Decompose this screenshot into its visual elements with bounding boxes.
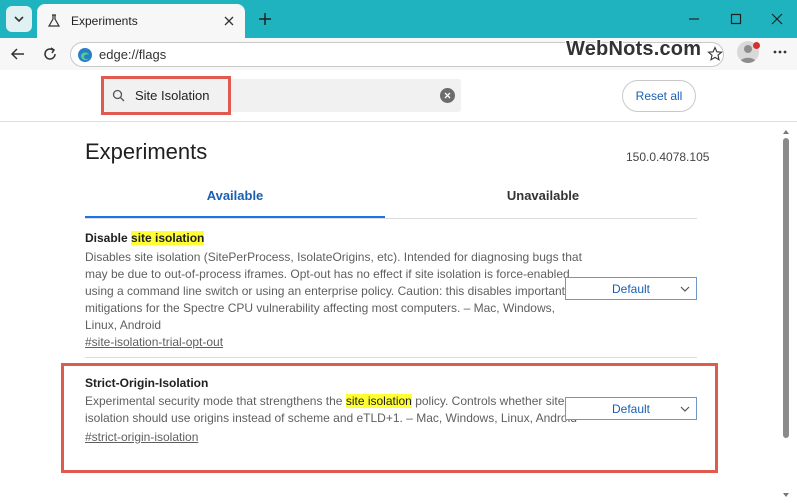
flag-description-text: Experimental security mode that strength… <box>85 394 346 408</box>
edge-logo-icon <box>78 47 92 62</box>
chevron-down-icon <box>680 406 690 412</box>
flag-description-line: mitigations for the Spectre CPU vulnerab… <box>85 301 555 315</box>
refresh-button[interactable] <box>38 43 62 65</box>
back-button[interactable] <box>6 43 30 65</box>
search-callout-box <box>101 76 231 115</box>
more-options-button[interactable] <box>770 42 790 62</box>
flask-icon <box>47 14 61 27</box>
search-match-highlight: site isolation <box>345 394 412 408</box>
flags-page: Site Isolation Reset all Experiments 150… <box>0 70 797 503</box>
star-icon[interactable] <box>707 46 723 62</box>
tab-experiments[interactable]: Experiments <box>37 4 245 38</box>
tab-divider <box>85 218 697 219</box>
flag-state-select[interactable]: Default <box>565 397 697 420</box>
flag-description-line: Experimental security mode that strength… <box>85 393 577 410</box>
search-match-highlight: site isolation <box>131 231 205 245</box>
flag-title: Strict-Origin-Isolation <box>85 376 209 390</box>
minimize-icon <box>689 18 699 20</box>
flag-description-line: isolation should use origins instead of … <box>85 411 577 425</box>
flag-anchor-link[interactable]: #site-isolation-trial-opt-out <box>85 335 223 349</box>
flag-description-text: policy. Controls whether site <box>411 394 565 408</box>
minimize-button[interactable] <box>683 8 705 30</box>
version-number: 150.0.4078.105 <box>626 150 710 164</box>
plus-icon <box>259 13 271 25</box>
close-tab-button[interactable] <box>221 13 237 29</box>
flag-description-line: Disables site isolation (SitePerProcess,… <box>85 250 582 264</box>
select-value: Default <box>611 401 651 416</box>
tab-available[interactable]: Available <box>85 188 385 218</box>
scroll-up-arrow-icon[interactable] <box>782 128 790 136</box>
tab-unavailable[interactable]: Unavailable <box>393 188 693 218</box>
new-tab-button[interactable] <box>254 8 276 30</box>
clear-search-button[interactable] <box>440 88 455 103</box>
select-value: Default <box>611 281 651 296</box>
flag-title-prefix: Disable <box>85 231 132 245</box>
close-icon <box>224 16 234 26</box>
flag-description-line: may be due to out-of-process iframes. Op… <box>85 267 570 281</box>
scroll-down-arrow-icon[interactable] <box>782 491 790 499</box>
flags-header: Site Isolation Reset all <box>0 70 797 122</box>
close-icon <box>444 92 451 99</box>
chevron-down-icon <box>14 16 24 23</box>
flag-anchor-link[interactable]: #strict-origin-isolation <box>85 430 198 444</box>
reset-all-button[interactable]: Reset all <box>622 80 696 112</box>
close-window-button[interactable] <box>766 8 788 30</box>
maximize-icon <box>730 13 742 25</box>
page-title: Experiments <box>85 139 208 164</box>
tab-actions-button[interactable] <box>6 6 32 32</box>
flag-divider <box>85 357 697 358</box>
more-horizontal-icon <box>773 50 787 54</box>
scrollbar-thumb[interactable] <box>783 138 789 438</box>
maximize-button[interactable] <box>725 8 747 30</box>
flag-description: Disables site isolation (SitePerProcess,… <box>85 249 582 334</box>
chevron-down-icon <box>680 286 690 292</box>
arrow-left-icon <box>10 48 24 60</box>
notification-dot <box>753 42 760 49</box>
flag-state-select[interactable]: Default <box>565 277 697 300</box>
watermark-logo: WebNots.com <box>566 38 702 60</box>
title-bar: Experiments <box>0 0 797 38</box>
flag-description: Experimental security mode that strength… <box>85 393 577 427</box>
url-text: edge://flags <box>99 47 167 62</box>
flag-description-line: Linux, Android <box>85 318 162 332</box>
flag-description-line: using a command line switch or using an … <box>85 284 566 298</box>
tab-title: Experiments <box>71 14 138 28</box>
close-icon <box>771 13 783 25</box>
flag-title: Disable site isolation <box>85 231 205 245</box>
refresh-icon <box>44 47 56 60</box>
